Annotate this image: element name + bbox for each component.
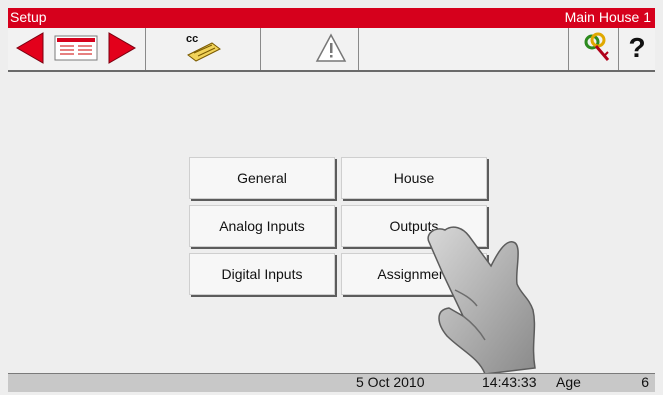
toolbar-divider xyxy=(358,28,359,70)
next-arrow-icon xyxy=(108,32,137,64)
touch-screen: Setup Main House 1 cc ? General House An… xyxy=(0,0,663,395)
card-icon xyxy=(54,35,98,61)
cc-button[interactable]: cc xyxy=(182,30,224,66)
help-icon: ? xyxy=(628,32,646,63)
key-button[interactable] xyxy=(580,30,614,66)
status-bar: 5 Oct 2010 14:43:33 Age 6 xyxy=(8,373,655,392)
toolbar: cc ? xyxy=(8,28,655,72)
toolbar-divider xyxy=(618,28,619,70)
prev-button[interactable] xyxy=(12,30,48,66)
title-bar: Setup Main House 1 xyxy=(8,8,655,28)
warning-icon xyxy=(315,33,347,62)
alarm-button[interactable] xyxy=(313,30,349,66)
cc-notepad-icon: cc xyxy=(186,33,221,62)
status-date: 5 Oct 2010 xyxy=(356,374,425,390)
general-button[interactable]: General xyxy=(189,157,335,199)
status-age-value: 6 xyxy=(641,374,649,390)
analog-inputs-button[interactable]: Analog Inputs xyxy=(189,205,335,247)
help-button[interactable]: ? xyxy=(622,30,652,66)
digital-inputs-button[interactable]: Digital Inputs xyxy=(189,253,335,295)
cc-label: cc xyxy=(186,33,198,45)
status-age-label: Age xyxy=(556,374,581,390)
screen-title: Setup xyxy=(10,9,47,25)
toolbar-divider xyxy=(145,28,146,70)
next-button[interactable] xyxy=(104,30,140,66)
toolbar-divider xyxy=(568,28,569,70)
house-button[interactable]: House xyxy=(341,157,487,199)
status-time: 14:43:33 xyxy=(482,374,537,390)
card-button[interactable] xyxy=(52,30,100,66)
pointing-hand-image xyxy=(427,226,536,375)
house-name: Main House 1 xyxy=(564,9,651,25)
key-icon xyxy=(584,32,610,61)
toolbar-divider xyxy=(260,28,261,70)
prev-arrow-icon xyxy=(15,32,44,64)
